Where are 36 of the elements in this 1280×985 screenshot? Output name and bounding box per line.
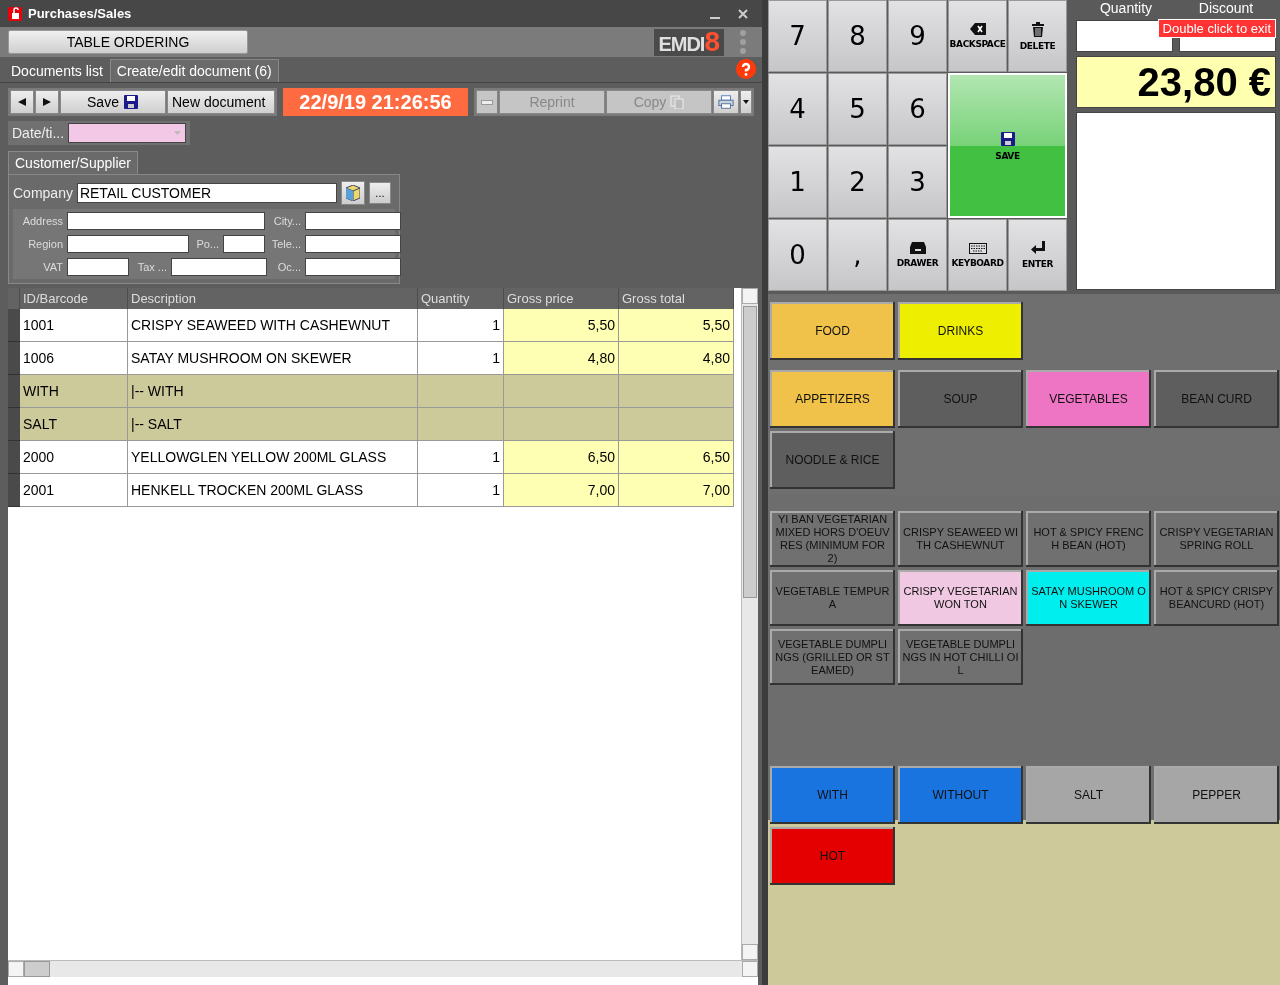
table-cell: 2001 <box>20 474 128 507</box>
field-label: Tax ... <box>136 261 167 273</box>
field-label: Address <box>21 215 63 227</box>
field-label: VAT <box>42 261 63 273</box>
field-label: Tele... <box>271 238 301 250</box>
table-cell: 4,80 <box>619 342 734 375</box>
field-label: Oc... <box>276 261 301 273</box>
table-cell: 1001 <box>20 309 128 342</box>
table-cell: YELLOWGLEN YELLOW 200ML GLASS <box>128 441 418 474</box>
table-cell: WITH <box>20 375 128 408</box>
table-cell: 6,50 <box>504 441 619 474</box>
quantity-label: Quantity <box>1098 0 1154 16</box>
table-cell: 7,00 <box>619 474 734 507</box>
total-display: 23,80 € <box>1076 56 1276 108</box>
window-title: Purchases/Sales <box>28 6 132 21</box>
date-time-display: 22/9/19 21:26:56 <box>283 88 468 116</box>
table-cell: 4,80 <box>504 342 619 375</box>
table-cell: 7,00 <box>504 474 619 507</box>
logo-text: EMDI <box>658 32 705 56</box>
field-label: City... <box>272 215 301 227</box>
table-cell: |-- WITH <box>128 375 418 408</box>
field-label: Company <box>13 185 73 201</box>
discount-label: Discount <box>1197 0 1255 16</box>
field-label: Po... <box>195 238 219 250</box>
table-cell: CRISPY SEAWEED WITH CASHEWNUT <box>128 309 418 342</box>
logo-digit: 8 <box>704 28 720 55</box>
tooltip: Double click to exit <box>1157 19 1276 38</box>
field-label: Date/ti... <box>12 125 65 141</box>
table-cell: SALT <box>20 408 128 441</box>
table-cell: 2000 <box>20 441 128 474</box>
table-cell: 5,50 <box>619 309 734 342</box>
table-cell: 6,50 <box>619 441 734 474</box>
table-cell: |-- SALT <box>128 408 418 441</box>
field-label: Region <box>27 238 63 250</box>
table-cell: HENKELL TROCKEN 200ML GLASS <box>128 474 418 507</box>
table-cell: 5,50 <box>504 309 619 342</box>
